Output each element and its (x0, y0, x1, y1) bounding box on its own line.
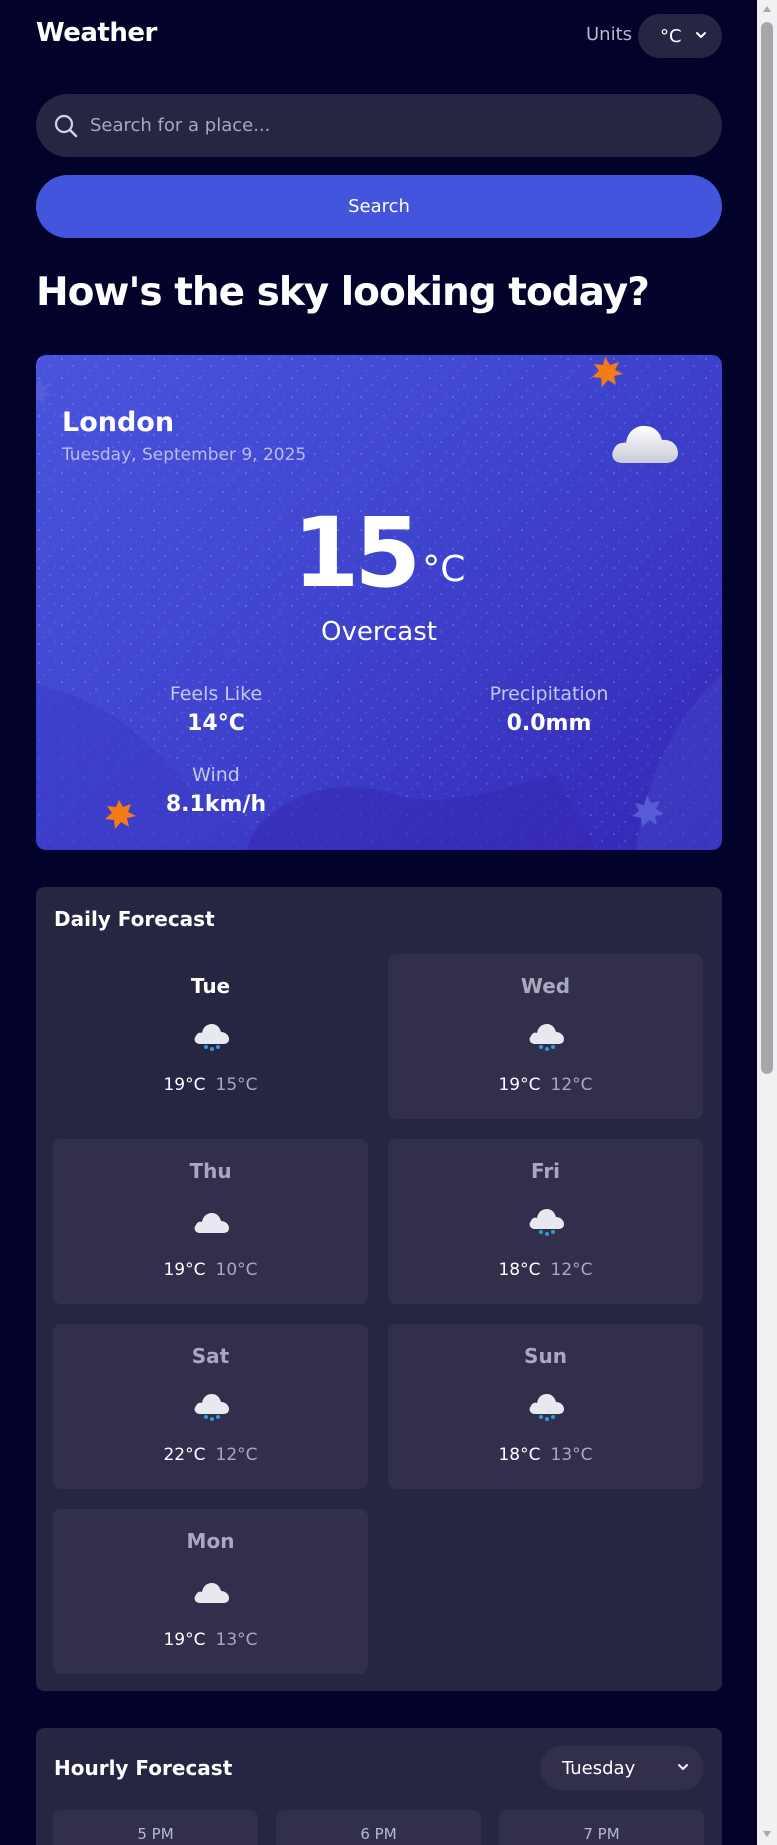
day-name: Thu (189, 1159, 232, 1183)
day-temps: 19°C 12°C (388, 1075, 703, 1095)
day-temps: 18°C 13°C (388, 1445, 703, 1465)
rain-cloud-icon (529, 1209, 564, 1236)
hour-label: 6 PM (360, 1825, 397, 1843)
high-temp: 19°C (163, 1075, 206, 1095)
hour-label: 7 PM (583, 1825, 620, 1843)
page-title: How's the sky looking today? (36, 270, 650, 315)
day-temps: 19°C 10°C (53, 1260, 368, 1280)
rain-cloud-icon (529, 1024, 564, 1051)
stat-label: Wind (192, 764, 240, 786)
high-temp: 19°C (498, 1075, 541, 1095)
low-temp: 12°C (550, 1075, 593, 1095)
low-temp: 13°C (215, 1630, 258, 1650)
scroll-down-arrow-icon[interactable] (762, 1829, 772, 1839)
weather-app: Weather Units °C Search How's the sky lo… (0, 0, 777, 1845)
day-temps: 19°C 13°C (53, 1630, 368, 1650)
low-temp: 13°C (550, 1445, 593, 1465)
stat-value: 8.1km/h (165, 792, 267, 817)
cloud-icon (194, 1583, 229, 1603)
units-select[interactable]: °C (638, 14, 722, 58)
day-temps: 18°C 12°C (388, 1260, 703, 1280)
hourly-forecast-panel: Hourly Forecast Tuesday 5 PM 6 PM 7 PM (36, 1728, 722, 1845)
day-card-tue[interactable]: Tue 19°C 15°C (53, 954, 368, 1119)
day-card-sat[interactable]: Sat 22°C 12°C (53, 1324, 368, 1489)
day-name: Sun (524, 1344, 567, 1368)
city-name: London (62, 407, 175, 438)
rain-cloud-icon (529, 1394, 564, 1421)
hour-label: 5 PM (137, 1825, 174, 1843)
daily-forecast-title: Daily Forecast (54, 907, 215, 931)
day-name: Sat (191, 1344, 230, 1368)
wind-stat: Wind 8.1km/h (106, 764, 326, 817)
cloud-icon (194, 1213, 229, 1233)
stat-value: 14°C (187, 711, 245, 736)
day-temps: 19°C 15°C (53, 1075, 368, 1095)
chevron-down-icon (696, 32, 706, 38)
high-temp: 22°C (163, 1445, 206, 1465)
rain-cloud-icon (194, 1024, 229, 1051)
units-value: °C (660, 25, 682, 47)
day-card-wed[interactable]: Wed 19°C 12°C (388, 954, 703, 1119)
high-temp: 18°C (498, 1445, 541, 1465)
low-temp: 15°C (215, 1075, 258, 1095)
day-temps: 22°C 12°C (53, 1445, 368, 1465)
hour-card: 6 PM (276, 1810, 481, 1845)
stat-value: 0.0mm (506, 711, 592, 736)
stat-label: Feels Like (169, 683, 263, 705)
precipitation-stat: Precipitation 0.0mm (439, 683, 659, 736)
day-name: Wed (520, 974, 571, 998)
high-temp: 18°C (498, 1260, 541, 1280)
high-temp: 19°C (163, 1260, 206, 1280)
overcast-cloud-icon (612, 425, 678, 463)
hour-card: 5 PM (53, 1810, 258, 1845)
page-scrollbar[interactable] (757, 0, 777, 1845)
low-temp: 10°C (215, 1260, 258, 1280)
day-name: Mon (186, 1529, 235, 1553)
low-temp: 12°C (215, 1445, 258, 1465)
hour-card: 7 PM (499, 1810, 704, 1845)
hourly-forecast-title: Hourly Forecast (54, 1756, 233, 1780)
current-temperature: 15 °C (36, 505, 722, 601)
search-input[interactable] (90, 94, 690, 157)
search-box (36, 94, 722, 157)
weather-condition: Overcast (321, 617, 437, 647)
search-button[interactable]: Search (36, 175, 722, 238)
current-date: Tuesday, September 9, 2025 (62, 445, 307, 465)
current-weather-card: London Tuesday, September 9, 2025 15 °C O… (36, 355, 722, 850)
high-temp: 19°C (163, 1630, 206, 1650)
temperature-value: 15 (292, 497, 422, 609)
hourly-day-select[interactable]: Tuesday (540, 1746, 704, 1790)
rain-cloud-icon (194, 1394, 229, 1421)
search-icon (54, 114, 78, 138)
day-card-thu[interactable]: Thu 19°C 10°C (53, 1139, 368, 1304)
feels-like-stat: Feels Like 14°C (106, 683, 326, 736)
day-card-mon[interactable]: Mon 19°C 13°C (53, 1509, 368, 1674)
day-name: Tue (190, 974, 231, 998)
units-label: Units (586, 24, 633, 45)
chevron-down-icon (678, 1764, 688, 1770)
app-title: Weather (36, 18, 157, 48)
daily-forecast-panel: Daily Forecast Tue 19°C 15°C Wed 19°C 12°C… (36, 887, 722, 1691)
scrollbar-thumb[interactable] (761, 22, 773, 1074)
temperature-unit: °C (422, 549, 466, 590)
day-card-fri[interactable]: Fri 18°C 12°C (388, 1139, 703, 1304)
day-name: Fri (530, 1159, 561, 1183)
stat-label: Precipitation (489, 683, 609, 705)
scroll-up-arrow-icon[interactable] (762, 4, 772, 14)
day-card-sun[interactable]: Sun 18°C 13°C (388, 1324, 703, 1489)
selected-day: Tuesday (562, 1757, 636, 1779)
low-temp: 12°C (550, 1260, 593, 1280)
